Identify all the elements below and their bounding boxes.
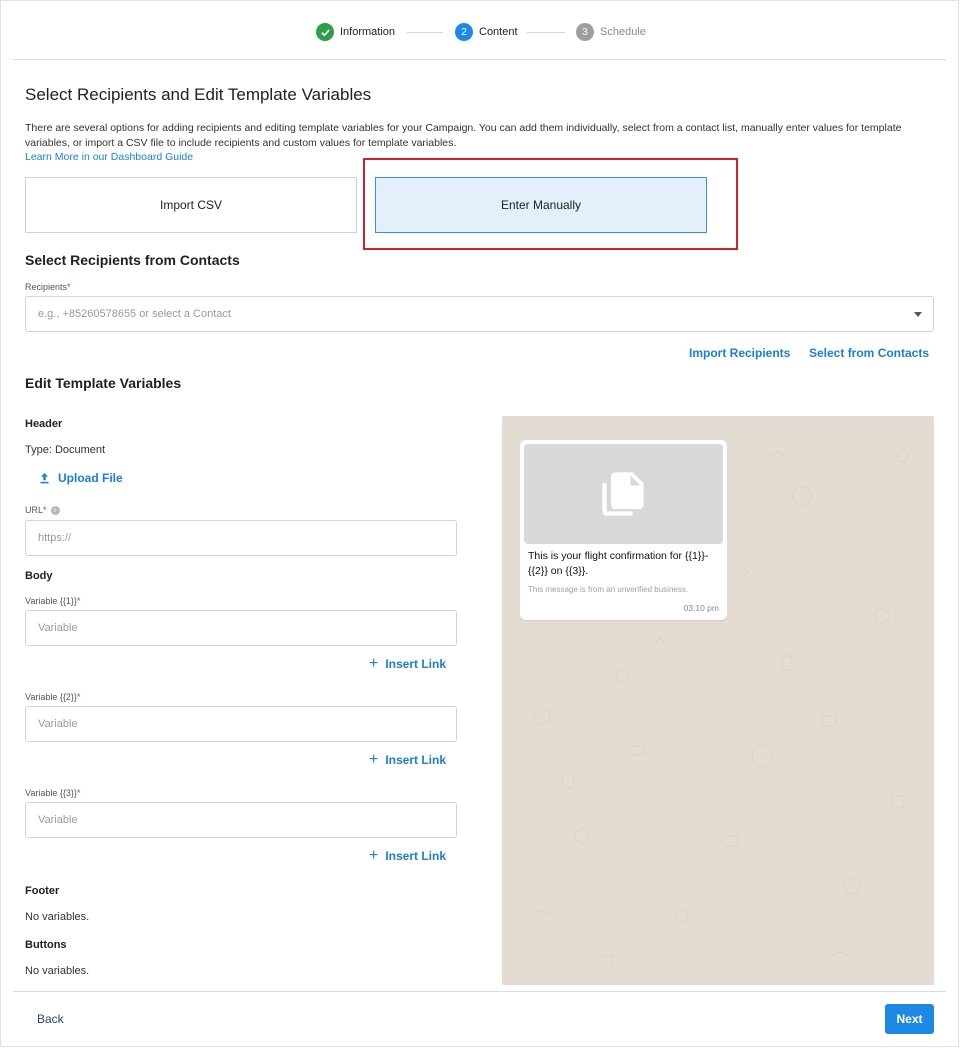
variable-1-input[interactable]	[26, 611, 456, 645]
recipients-section-title: Select Recipients from Contacts	[25, 252, 240, 268]
url-field[interactable]	[25, 520, 457, 556]
variable-2-field[interactable]	[25, 706, 457, 742]
plus-icon: +	[369, 847, 379, 864]
variable-1-field[interactable]	[25, 610, 457, 646]
dashboard-guide-link[interactable]: Learn More in our Dashboard Guide	[25, 151, 193, 163]
variable-3-label: Variable {{3}}*	[25, 788, 80, 798]
plus-icon: +	[369, 751, 379, 768]
step-number: 3	[576, 23, 594, 41]
insert-link-label: Insert Link	[385, 849, 447, 863]
upload-icon	[40, 473, 49, 484]
step-content[interactable]: 2 Content	[455, 21, 518, 43]
variable-2-label: Variable {{2}}*	[25, 692, 80, 702]
page-title: Select Recipients and Edit Template Vari…	[25, 85, 372, 104]
message-line-1: This is your flight confirmation for {{1…	[528, 550, 709, 562]
recipients-label-text: Recipients	[25, 282, 68, 292]
required-mark: *	[76, 596, 81, 606]
step-content-label: Content	[479, 26, 518, 38]
variable-1-label: Variable {{1}}*	[25, 596, 80, 606]
required-mark: *	[76, 692, 81, 702]
step-information-label: Information	[340, 26, 396, 38]
import-recipients-link[interactable]: Import Recipients	[689, 346, 790, 360]
recipients-input[interactable]	[26, 297, 933, 331]
header-type: Type: Document	[25, 444, 106, 456]
step-schedule-label: Schedule	[600, 26, 646, 38]
buttons-no-variables: No variables.	[25, 965, 90, 977]
step-number: 2	[455, 23, 473, 41]
body-heading: Body	[25, 570, 53, 582]
plus-icon: +	[369, 655, 379, 672]
variable-3-label-text: Variable {{3}}	[25, 788, 77, 798]
step-information[interactable]: Information	[316, 21, 395, 43]
document-thumbnail	[524, 444, 723, 544]
campaign-content-page: Information 2 Content 3 Schedule Select …	[0, 0, 959, 1047]
required-mark: *	[67, 282, 71, 292]
select-from-contacts-link[interactable]: Select from Contacts	[809, 346, 929, 360]
page-description: There are several options for adding rec…	[25, 122, 902, 149]
url-label-text: URL	[25, 505, 44, 515]
message-body: This is your flight confirmation for {{1…	[528, 549, 723, 579]
info-icon[interactable]: i	[50, 506, 60, 516]
divider	[13, 991, 946, 992]
variable-2-input[interactable]	[26, 707, 456, 741]
insert-link-button-3[interactable]: + Insert Link	[369, 847, 447, 864]
import-csv-option[interactable]: Import CSV	[25, 177, 357, 233]
insert-link-label: Insert Link	[385, 753, 447, 767]
recipients-label: Recipients*	[25, 282, 71, 292]
recipients-select[interactable]	[25, 296, 934, 332]
header-heading: Header	[25, 418, 63, 430]
buttons-heading: Buttons	[25, 939, 67, 951]
message-time: 03:10 pm	[683, 603, 719, 613]
chevron-down-icon[interactable]	[914, 312, 922, 317]
footer-no-variables: No variables.	[25, 911, 90, 923]
variable-3-input[interactable]	[26, 803, 456, 837]
unverified-note: This message is from an unverified busin…	[528, 585, 689, 594]
message-bubble: This is your flight confirmation for {{1…	[520, 440, 727, 620]
required-mark: *	[43, 505, 47, 515]
variable-3-field[interactable]	[25, 802, 457, 838]
url-input[interactable]	[26, 521, 456, 555]
document-icon	[601, 472, 643, 516]
step-schedule[interactable]: 3 Schedule	[576, 21, 646, 43]
required-mark: *	[76, 788, 81, 798]
insert-link-label: Insert Link	[385, 657, 447, 671]
message-line-2: {{2}} on {{3}}.	[528, 565, 589, 577]
variable-2-label-text: Variable {{2}}	[25, 692, 77, 702]
back-button[interactable]: Back	[37, 1012, 64, 1026]
highlight-box	[363, 158, 738, 250]
campaign-stepper: Information 2 Content 3 Schedule	[1, 21, 960, 43]
insert-link-button-2[interactable]: + Insert Link	[369, 751, 447, 768]
footer-heading: Footer	[25, 885, 60, 897]
upload-file-label: Upload File	[58, 471, 123, 485]
step-connector	[407, 32, 443, 33]
upload-file-button[interactable]: Upload File	[39, 471, 123, 485]
template-section-title: Edit Template Variables	[25, 375, 182, 391]
step-connector	[527, 32, 565, 33]
variable-1-label-text: Variable {{1}}	[25, 596, 77, 606]
next-button[interactable]: Next	[885, 1004, 934, 1034]
check-icon	[316, 23, 334, 41]
message-preview: This is your flight confirmation for {{1…	[502, 416, 934, 985]
insert-link-button-1[interactable]: + Insert Link	[369, 655, 447, 672]
url-label: URL* i	[25, 505, 60, 516]
divider	[13, 59, 946, 60]
